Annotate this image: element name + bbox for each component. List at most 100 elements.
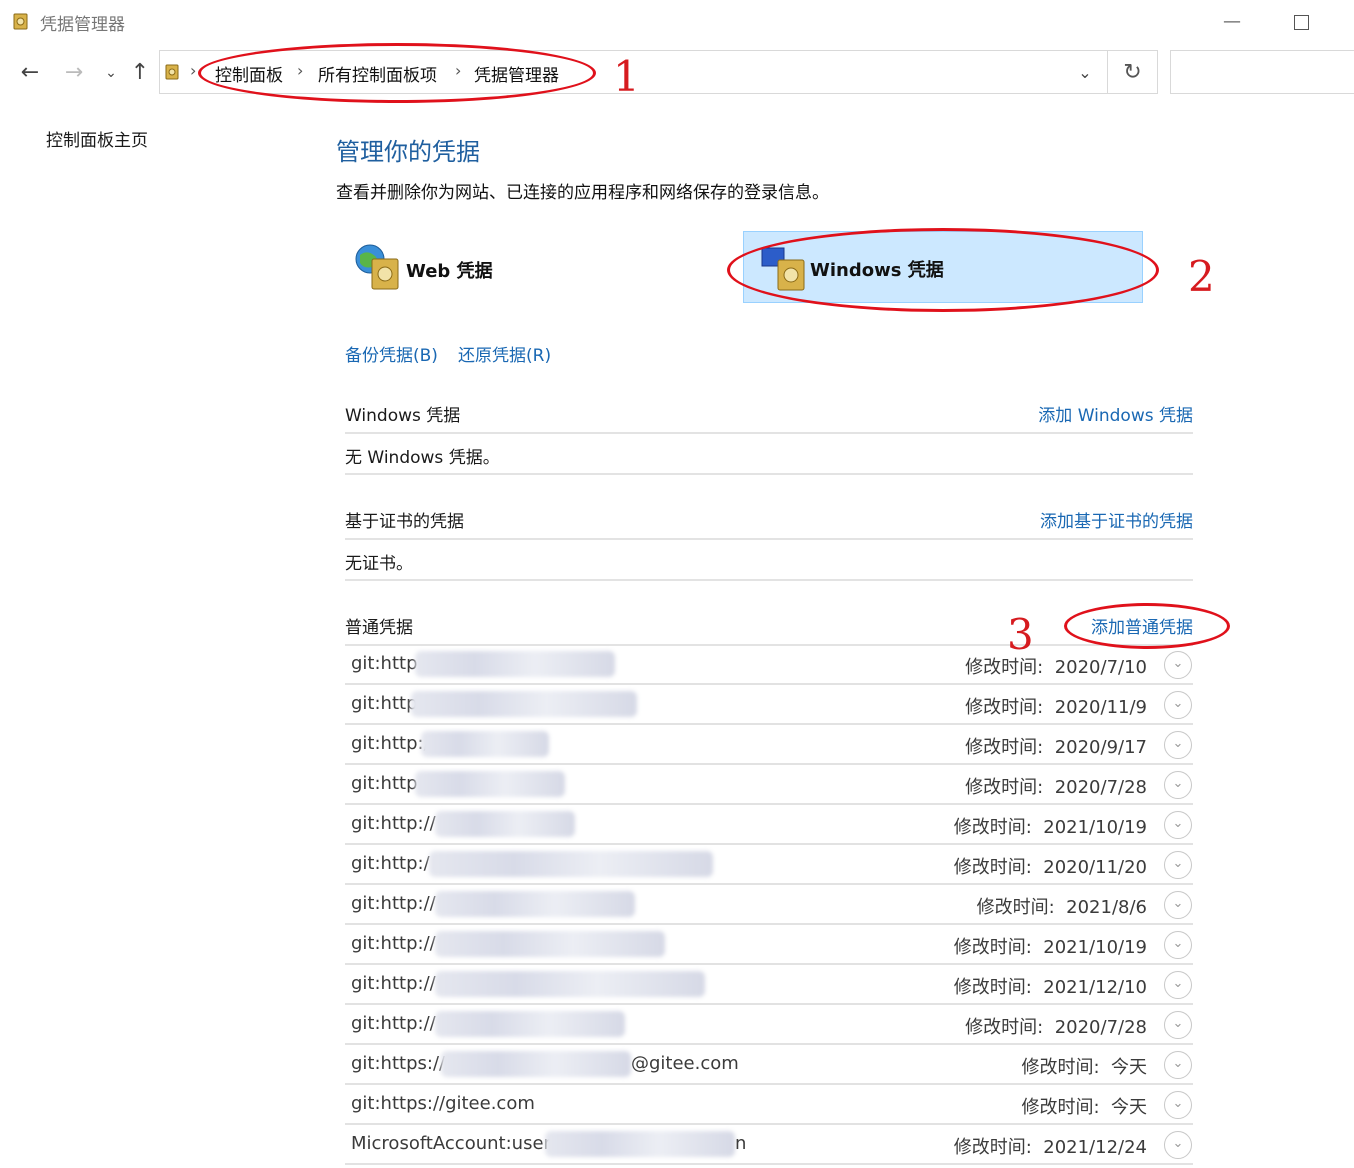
page-title: 管理你的凭据 <box>336 138 480 166</box>
annotation-ellipse-1 <box>198 43 596 103</box>
modified-date: 2021/12/10 <box>1043 977 1147 998</box>
back-button[interactable]: ← <box>16 59 44 87</box>
credential-name: git:http: <box>351 773 424 794</box>
credential-modified: 修改时间: 2020/11/9 <box>965 693 1147 719</box>
credential-row[interactable]: git:http: 修改时间: 2020/7/28 ⌄ <box>345 765 1193 805</box>
credential-modified: 修改时间: 今天 <box>1021 1053 1147 1079</box>
credential-row[interactable]: MicrosoftAccount:user n 修改时间: 2021/12/24 ⌄ <box>345 1125 1193 1165</box>
credential-modified: 修改时间: 2020/7/28 <box>965 1013 1147 1039</box>
credential-row[interactable]: git:http:/ 修改时间: 2020/9/17 ⌄ <box>345 725 1193 765</box>
row-divider <box>345 1163 1193 1165</box>
search-input[interactable] <box>1170 50 1354 94</box>
forward-button[interactable]: → <box>60 59 88 87</box>
modified-date: 2020/11/9 <box>1054 697 1147 718</box>
add-windows-credential-link[interactable]: 添加 Windows 凭据 <box>1038 401 1193 426</box>
redacted-text-mosaic <box>421 731 549 757</box>
redacted-text-mosaic <box>435 891 635 917</box>
breadcrumb-separator: › <box>190 61 197 80</box>
expand-chevron-icon[interactable]: ⌄ <box>1164 971 1192 999</box>
expand-chevron-icon[interactable]: ⌄ <box>1164 1011 1192 1039</box>
refresh-button[interactable]: ↻ <box>1108 50 1158 94</box>
windows-credentials-section-title: Windows 凭据 <box>345 406 461 426</box>
redacted-text-mosaic <box>435 971 705 997</box>
expand-chevron-icon[interactable]: ⌄ <box>1164 1131 1192 1159</box>
credential-row[interactable]: git:http:/ 修改时间: 2020/11/20 ⌄ <box>345 845 1193 885</box>
modified-label: 修改时间: <box>953 1137 1032 1158</box>
modified-date: 今天 <box>1111 1097 1147 1118</box>
credential-name: git:https://gitee.com <box>351 1093 535 1114</box>
modified-label: 修改时间: <box>953 937 1032 958</box>
expand-chevron-icon[interactable]: ⌄ <box>1164 851 1192 879</box>
expand-chevron-icon[interactable]: ⌄ <box>1164 891 1192 919</box>
page-description: 查看并删除你为网站、已连接的应用程序和网络保存的登录信息。 <box>336 183 829 203</box>
credential-modified: 修改时间: 2021/10/19 <box>954 813 1147 839</box>
credential-name: git:http:// <box>351 893 436 914</box>
add-certificate-credential-link[interactable]: 添加基于证书的凭据 <box>1040 507 1193 532</box>
modified-date: 2021/12/24 <box>1043 1137 1147 1158</box>
modified-date: 2021/8/6 <box>1066 897 1147 918</box>
redacted-text-mosaic <box>429 851 713 877</box>
credential-row[interactable]: git:http:// 修改时间: 2021/10/19 ⌄ <box>345 925 1193 965</box>
annotation-number-1: 1 <box>613 52 640 101</box>
web-credentials-icon <box>355 244 399 290</box>
credential-row[interactable]: git:http:// 修改时间: 2021/12/10 ⌄ <box>345 965 1193 1005</box>
modified-date: 2021/10/19 <box>1043 937 1147 958</box>
credential-modified: 修改时间: 2021/12/10 <box>954 973 1147 999</box>
recent-locations-button[interactable]: ⌄ <box>97 59 125 87</box>
web-credentials-label: Web 凭据 <box>406 261 493 282</box>
modified-label: 修改时间: <box>1021 1097 1100 1118</box>
credential-name: git:https:// <box>351 1053 446 1074</box>
window-title: 凭据管理器 <box>40 15 125 35</box>
web-credentials-tile[interactable]: Web 凭据 <box>344 233 734 303</box>
maximize-button[interactable] <box>1286 6 1318 38</box>
title-bar <box>0 0 1354 46</box>
credential-name: git:http:/ <box>351 853 430 874</box>
section-divider <box>345 579 1193 581</box>
up-button[interactable]: ↑ <box>126 59 154 87</box>
modified-date: 2020/9/17 <box>1054 737 1147 758</box>
redacted-text-mosaic <box>441 1051 631 1077</box>
expand-chevron-icon[interactable]: ⌄ <box>1164 731 1192 759</box>
redacted-text-mosaic <box>411 691 637 717</box>
modified-label: 修改时间: <box>953 817 1032 838</box>
backup-credentials-link[interactable]: 备份凭据(B) <box>345 341 438 366</box>
credential-row[interactable]: git:https://gitee.com 修改时间: 今天 ⌄ <box>345 1085 1193 1125</box>
control-panel-home-link[interactable]: 控制面板主页 <box>46 126 148 151</box>
expand-chevron-icon[interactable]: ⌄ <box>1164 1051 1192 1079</box>
modified-label: 修改时间: <box>965 697 1044 718</box>
credential-name: git:http:// <box>351 933 436 954</box>
credential-row[interactable]: git:http:// 修改时间: 2021/10/19 ⌄ <box>345 805 1193 845</box>
minimize-button[interactable]: — <box>1216 6 1248 38</box>
modified-label: 修改时间: <box>1021 1057 1100 1078</box>
credential-row[interactable]: git:http:// 修改时间: 2021/8/6 ⌄ <box>345 885 1193 925</box>
credential-name: git:http <box>351 693 418 714</box>
credential-modified: 修改时间: 2021/12/24 <box>954 1133 1147 1159</box>
address-dropdown-button[interactable]: ⌄ <box>1070 58 1100 88</box>
restore-credentials-link[interactable]: 还原凭据(R) <box>458 341 551 366</box>
expand-chevron-icon[interactable]: ⌄ <box>1164 931 1192 959</box>
modified-date: 2021/10/19 <box>1043 817 1147 838</box>
credential-name-suffix: n <box>735 1133 747 1154</box>
credential-modified: 修改时间: 2021/10/19 <box>954 933 1147 959</box>
credential-row[interactable]: git:http:// 修改时间: 2020/7/28 ⌄ <box>345 1005 1193 1045</box>
expand-chevron-icon[interactable]: ⌄ <box>1164 1091 1192 1119</box>
credential-modified: 修改时间: 2021/8/6 <box>977 893 1147 919</box>
expand-chevron-icon[interactable]: ⌄ <box>1164 771 1192 799</box>
credential-name: git:http:// <box>351 813 436 834</box>
expand-chevron-icon[interactable]: ⌄ <box>1164 691 1192 719</box>
section-divider <box>345 473 1193 475</box>
generic-credentials-section-title: 普通凭据 <box>345 618 413 638</box>
expand-chevron-icon[interactable]: ⌄ <box>1164 651 1192 679</box>
credential-modified: 修改时间: 2020/9/17 <box>965 733 1147 759</box>
modified-label: 修改时间: <box>965 1017 1044 1038</box>
section-divider <box>345 538 1193 540</box>
expand-chevron-icon[interactable]: ⌄ <box>1164 811 1192 839</box>
credential-modified: 修改时间: 2020/11/20 <box>954 853 1147 879</box>
credential-row[interactable]: git:http 修改时间: 2020/7/10 ⌄ <box>345 645 1193 685</box>
credential-name: MicrosoftAccount:user <box>351 1133 551 1154</box>
credential-modified: 修改时间: 2020/7/28 <box>965 773 1147 799</box>
modified-label: 修改时间: <box>965 657 1044 678</box>
credential-row[interactable]: git:http 修改时间: 2020/11/9 ⌄ <box>345 685 1193 725</box>
credential-row[interactable]: git:https:// @gitee.com 修改时间: 今天 ⌄ <box>345 1045 1193 1085</box>
modified-label: 修改时间: <box>953 857 1032 878</box>
